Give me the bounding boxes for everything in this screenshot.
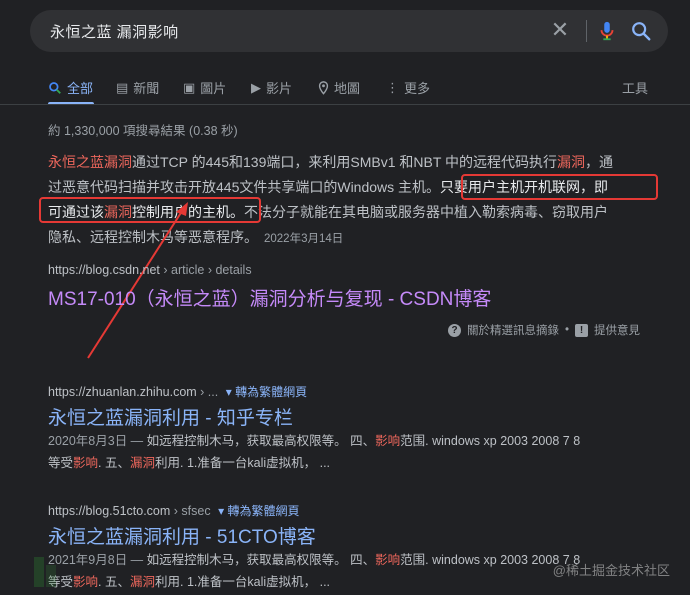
result-domain: https://blog.csdn.net (48, 263, 160, 277)
tab-label: 影片 (266, 81, 293, 96)
tab-label: 全部 (67, 81, 94, 96)
tab-all[interactable]: 全部 (48, 78, 93, 97)
result-title-link[interactable]: 永恒之蓝漏洞利用 - 知乎专栏 (48, 403, 293, 430)
desc-text: 利用. 1.准备一台kali虚拟机， ... (155, 575, 331, 589)
result-date: 2021年9月8日 — (48, 553, 147, 567)
result-url[interactable]: https://zhuanlan.zhihu.com › ... ▾ 轉為繁體網… (48, 383, 307, 400)
search-bar[interactable]: 永恒之蓝 漏洞影响 ✕ (30, 10, 668, 52)
watermark-logo-icon (34, 557, 56, 587)
about-snippets-link[interactable]: 關於精選訊息摘錄 (467, 322, 559, 338)
result-path: › article › details (159, 263, 252, 277)
news-icon: ▤ (116, 79, 129, 95)
search-icon (49, 81, 61, 94)
watermark: @稀土掘金技术社区 (552, 563, 670, 578)
tab-label: 更多 (404, 81, 431, 96)
search-input[interactable]: 永恒之蓝 漏洞影响 (50, 21, 179, 42)
result-url[interactable]: https://blog.51cto.com › sfsec ▾ 轉為繁體網頁 (48, 502, 299, 519)
result-path: › ... (196, 385, 219, 399)
highlight: 漏洞 (557, 154, 586, 170)
desc-text: 等受 (48, 456, 74, 470)
result-stats: 約 1,330,000 項搜尋結果 (0.38 秒) (48, 124, 238, 138)
translate-label: 轉為繁體網頁 (235, 385, 308, 399)
result-title-link[interactable]: MS17-010（永恒之蓝）漏洞分析与复现 - CSDN博客 (48, 284, 491, 311)
desc-text: 利用. 1.准备一台kali虚拟机， ... (155, 456, 331, 470)
close-icon[interactable]: ✕ (548, 18, 572, 42)
result-url[interactable]: https://blog.csdn.net › article › detail… (48, 263, 252, 277)
snippet-text: ，通 (585, 154, 614, 170)
highlight: 影响 (73, 456, 99, 470)
highlight: 永恒之蓝漏洞 (48, 154, 132, 170)
snippet-feedback: ? 關於精選訊息摘錄 • ! 提供意見 (448, 322, 640, 338)
result-domain: https://zhuanlan.zhihu.com (48, 385, 197, 399)
desc-line: 2020年8月3日 — 如远程控制木马，获取最高权限等。 四、影响范围. win… (48, 430, 648, 452)
tab-images[interactable]: ▣ 圖片 (183, 78, 226, 97)
result-description: 2020年8月3日 — 如远程控制木马，获取最高权限等。 四、影响范围. win… (48, 430, 648, 474)
feedback-icon: ! (575, 323, 589, 337)
highlight: 影响 (375, 434, 401, 448)
translate-label: 轉為繁體網頁 (227, 504, 300, 518)
more-icon: ⋮ (386, 79, 399, 95)
search-tabs: 全部 ▤ 新聞 ▣ 圖片 ▶ 影片 地圖 ⋮ 更多 工具 (0, 70, 690, 105)
tab-label: 新聞 (133, 81, 160, 96)
tab-news[interactable]: ▤ 新聞 (116, 78, 159, 97)
highlight: 影响 (73, 575, 99, 589)
divider (0, 104, 690, 105)
snippet-date: 2022年3月14日 (264, 233, 344, 245)
snippet-text: 通过TCP 的445和139端口，来利用SMBv1 和NBT 中的远程代码执行 (132, 154, 558, 170)
feedback-link[interactable]: 提供意見 (594, 322, 640, 338)
result-path: › sfsec (170, 504, 211, 518)
translate-link[interactable]: ▾ 轉為繁體網頁 (218, 504, 299, 518)
help-icon: ? (448, 323, 461, 337)
microphone-icon[interactable] (596, 19, 618, 43)
result-date: 2020年8月3日 — (48, 434, 147, 448)
image-icon: ▣ (183, 79, 196, 95)
snippet-text: 过恶意代码扫描并攻击开放445文件共享端口的Windows 主机。 (48, 179, 441, 195)
snippet-text: 不法分子就能在其电脑或服务器中植入勒索病毒、窃取用户 (244, 204, 608, 220)
desc-text: 范围. windows xp 2003 2008 7 8 (400, 434, 581, 448)
desc-text: 如远程控制木马，获取最高权限等。 四、 (146, 434, 376, 448)
video-icon: ▶ (251, 79, 261, 95)
desc-line: 等受影响. 五、漏洞利用. 1.准备一台kali虚拟机， ... (48, 452, 648, 474)
tab-label: 地圖 (334, 81, 361, 96)
desc-text: 如远程控制木马，获取最高权限等。 四、 (146, 553, 376, 567)
highlight: 漏洞 (129, 456, 155, 470)
translate-link[interactable]: ▾ 轉為繁體網頁 (226, 385, 307, 399)
result-title-link[interactable]: 永恒之蓝漏洞利用 - 51CTO博客 (48, 522, 316, 549)
desc-text: . 五、 (98, 456, 130, 470)
tab-label: 圖片 (200, 81, 227, 96)
desc-text: . 五、 (98, 575, 130, 589)
divider (586, 20, 587, 42)
map-pin-icon (318, 80, 329, 95)
search-icon[interactable] (630, 20, 652, 42)
result-domain: https://blog.51cto.com (48, 504, 171, 518)
tab-videos[interactable]: ▶ 影片 (251, 78, 292, 97)
tools-button[interactable]: 工具 (622, 78, 648, 97)
annotation-box (461, 174, 658, 200)
highlight: 影响 (375, 553, 401, 567)
highlight: 漏洞 (129, 575, 155, 589)
tab-more[interactable]: ⋮ 更多 (386, 78, 430, 97)
tab-maps[interactable]: 地圖 (318, 78, 360, 97)
separator: • (565, 324, 570, 336)
snippet-line: 永恒之蓝漏洞通过TCP 的445和139端口，来利用SMBv1 和NBT 中的远… (48, 150, 660, 175)
